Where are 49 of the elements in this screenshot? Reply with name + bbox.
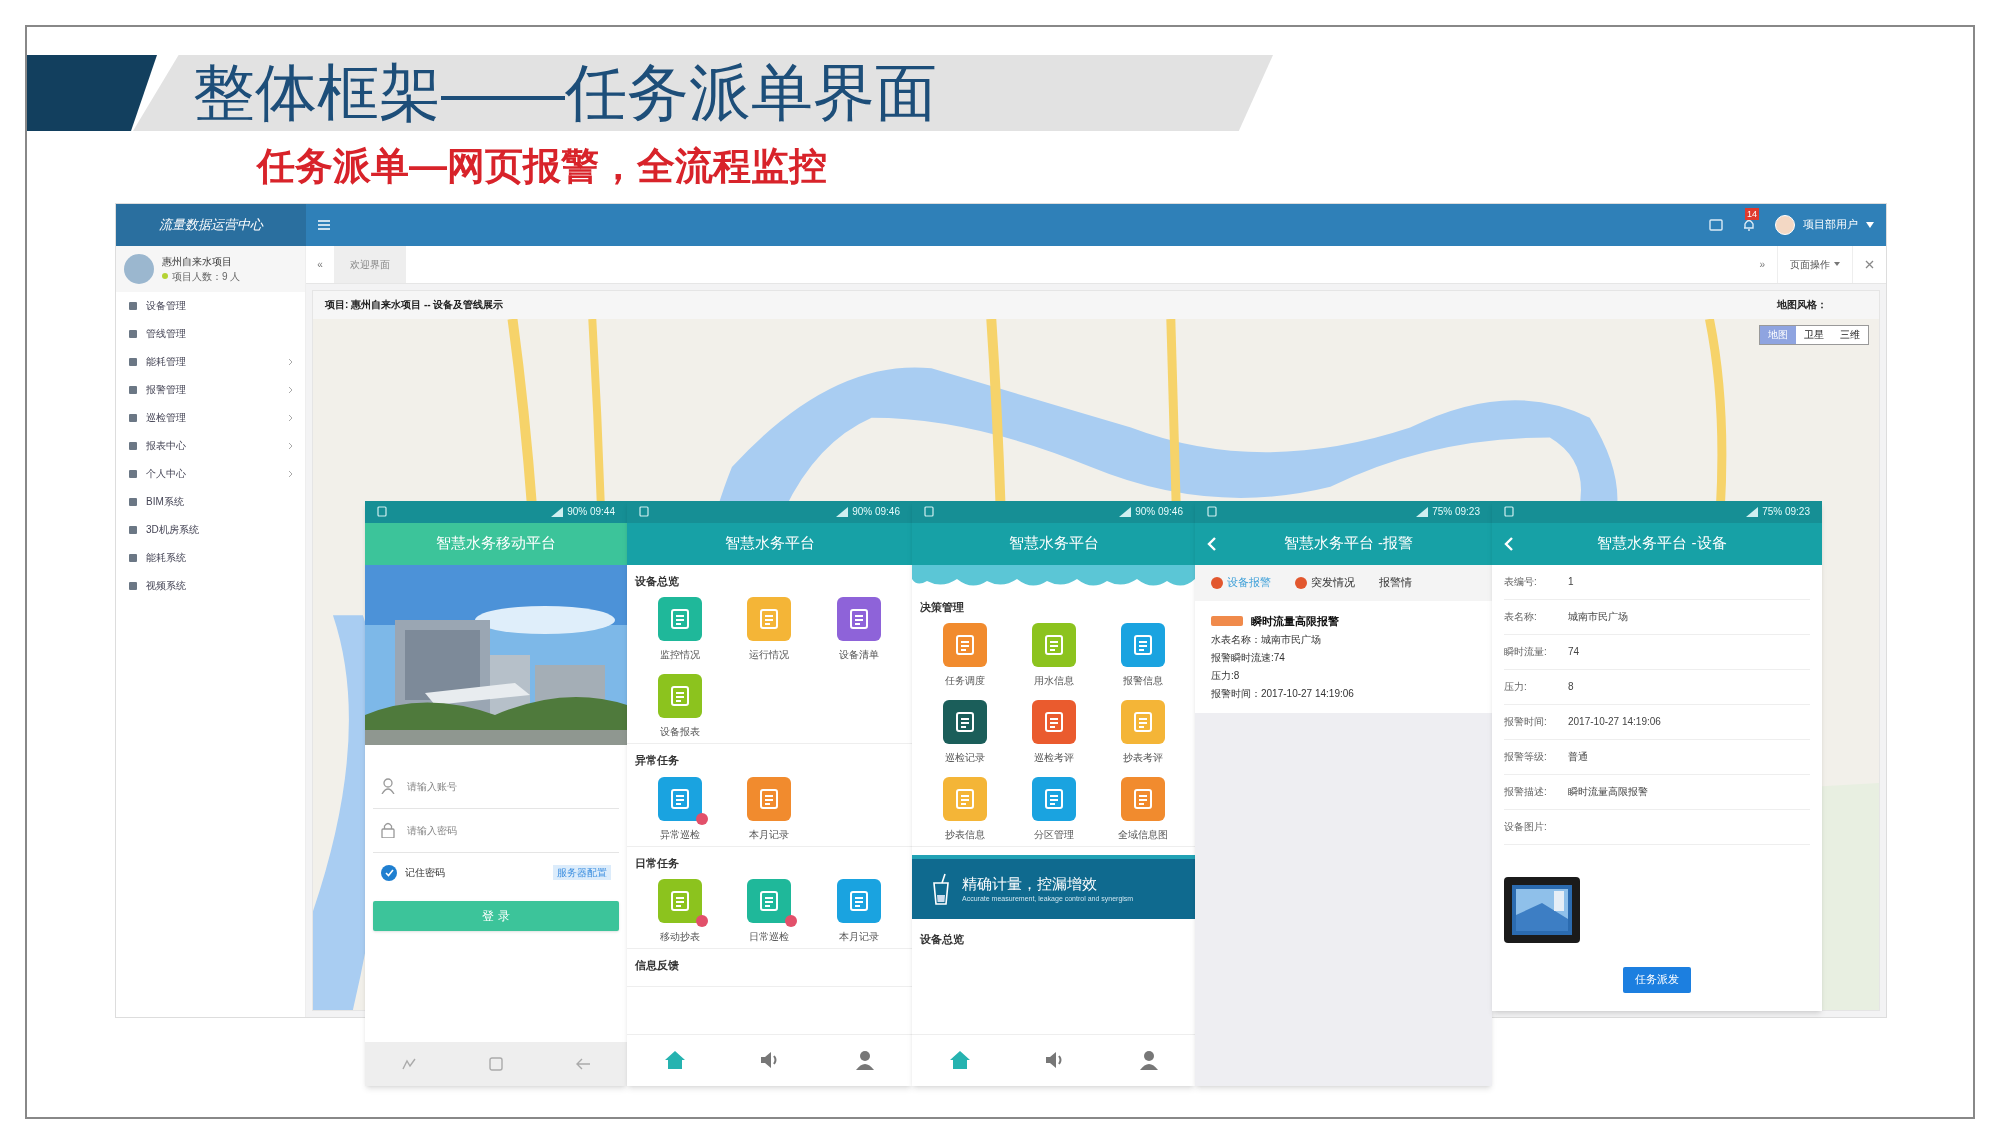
recent-apps-icon[interactable]: [401, 1056, 417, 1071]
menu-icon[interactable]: [318, 219, 330, 230]
menu-item-icon: [128, 300, 138, 311]
menu-item-icon: [128, 356, 138, 367]
menu-item-icon: [128, 328, 138, 339]
logo-text: 流量数据运营中心: [159, 215, 263, 234]
slide-title: 整体框架——任务派单界面: [193, 62, 937, 124]
sidebar-item[interactable]: BIM系统: [116, 487, 305, 516]
close-icon[interactable]: [1865, 259, 1874, 269]
panel-title: 项目: 惠州自来水项目 -- 设备及管线展示: [325, 298, 505, 312]
scroll-right-icon[interactable]: »: [1747, 256, 1777, 272]
menu-item-icon: [128, 552, 138, 563]
person-icon[interactable]: [1138, 1050, 1159, 1070]
menu-item-icon: [128, 580, 138, 591]
home-square-icon[interactable]: [489, 1056, 503, 1071]
sidebar-item[interactable]: 能耗系统: [116, 543, 305, 572]
project-name: 惠州自来水项目: [162, 254, 233, 269]
caret-icon: [1834, 262, 1840, 266]
sidebar-item[interactable]: 巡检管理: [116, 403, 305, 432]
menu-item-icon: [128, 412, 138, 423]
sidebar-item[interactable]: 个人中心: [116, 459, 305, 488]
menu-item-icon: [128, 496, 138, 507]
menu-item-icon: [128, 440, 138, 451]
sidebar-item[interactable]: 3D机房系统: [116, 515, 305, 544]
map-style-label: 地图风格：: [1777, 298, 1827, 312]
user-name[interactable]: 项目部用户: [1803, 216, 1858, 233]
menu-item-icon: [128, 524, 138, 535]
sidebar-item[interactable]: 报表中心: [116, 431, 305, 460]
sidebar-item[interactable]: 能耗管理: [116, 347, 305, 376]
home-icon[interactable]: [948, 1050, 971, 1070]
caret-icon[interactable]: [1866, 221, 1874, 228]
sidebar-item[interactable]: 报警管理: [116, 375, 305, 404]
user-avatar[interactable]: [1775, 214, 1795, 235]
scroll-left-icon[interactable]: «: [306, 256, 334, 272]
menu-item-icon: [128, 468, 138, 479]
back-arrow-icon[interactable]: [575, 1056, 591, 1071]
person-icon[interactable]: [855, 1050, 876, 1070]
sidebar-item[interactable]: 管线管理: [116, 319, 305, 348]
home-icon[interactable]: [663, 1050, 686, 1070]
menu-item-icon: [128, 384, 138, 395]
sidebar-item[interactable]: 设备管理: [116, 291, 305, 320]
notification-badge: 14: [1745, 207, 1759, 220]
project-avatar: [124, 253, 154, 284]
member-count: 项目人数：9 人: [172, 269, 241, 284]
sidebar-item[interactable]: 视频系统: [116, 571, 305, 600]
slide-subtitle: 任务派单—网页报警，全流程监控: [257, 144, 828, 189]
bell-icon[interactable]: [1743, 217, 1755, 232]
message-icon[interactable]: [1709, 218, 1723, 231]
page-ops-dropdown[interactable]: 页面操作: [1777, 245, 1852, 283]
